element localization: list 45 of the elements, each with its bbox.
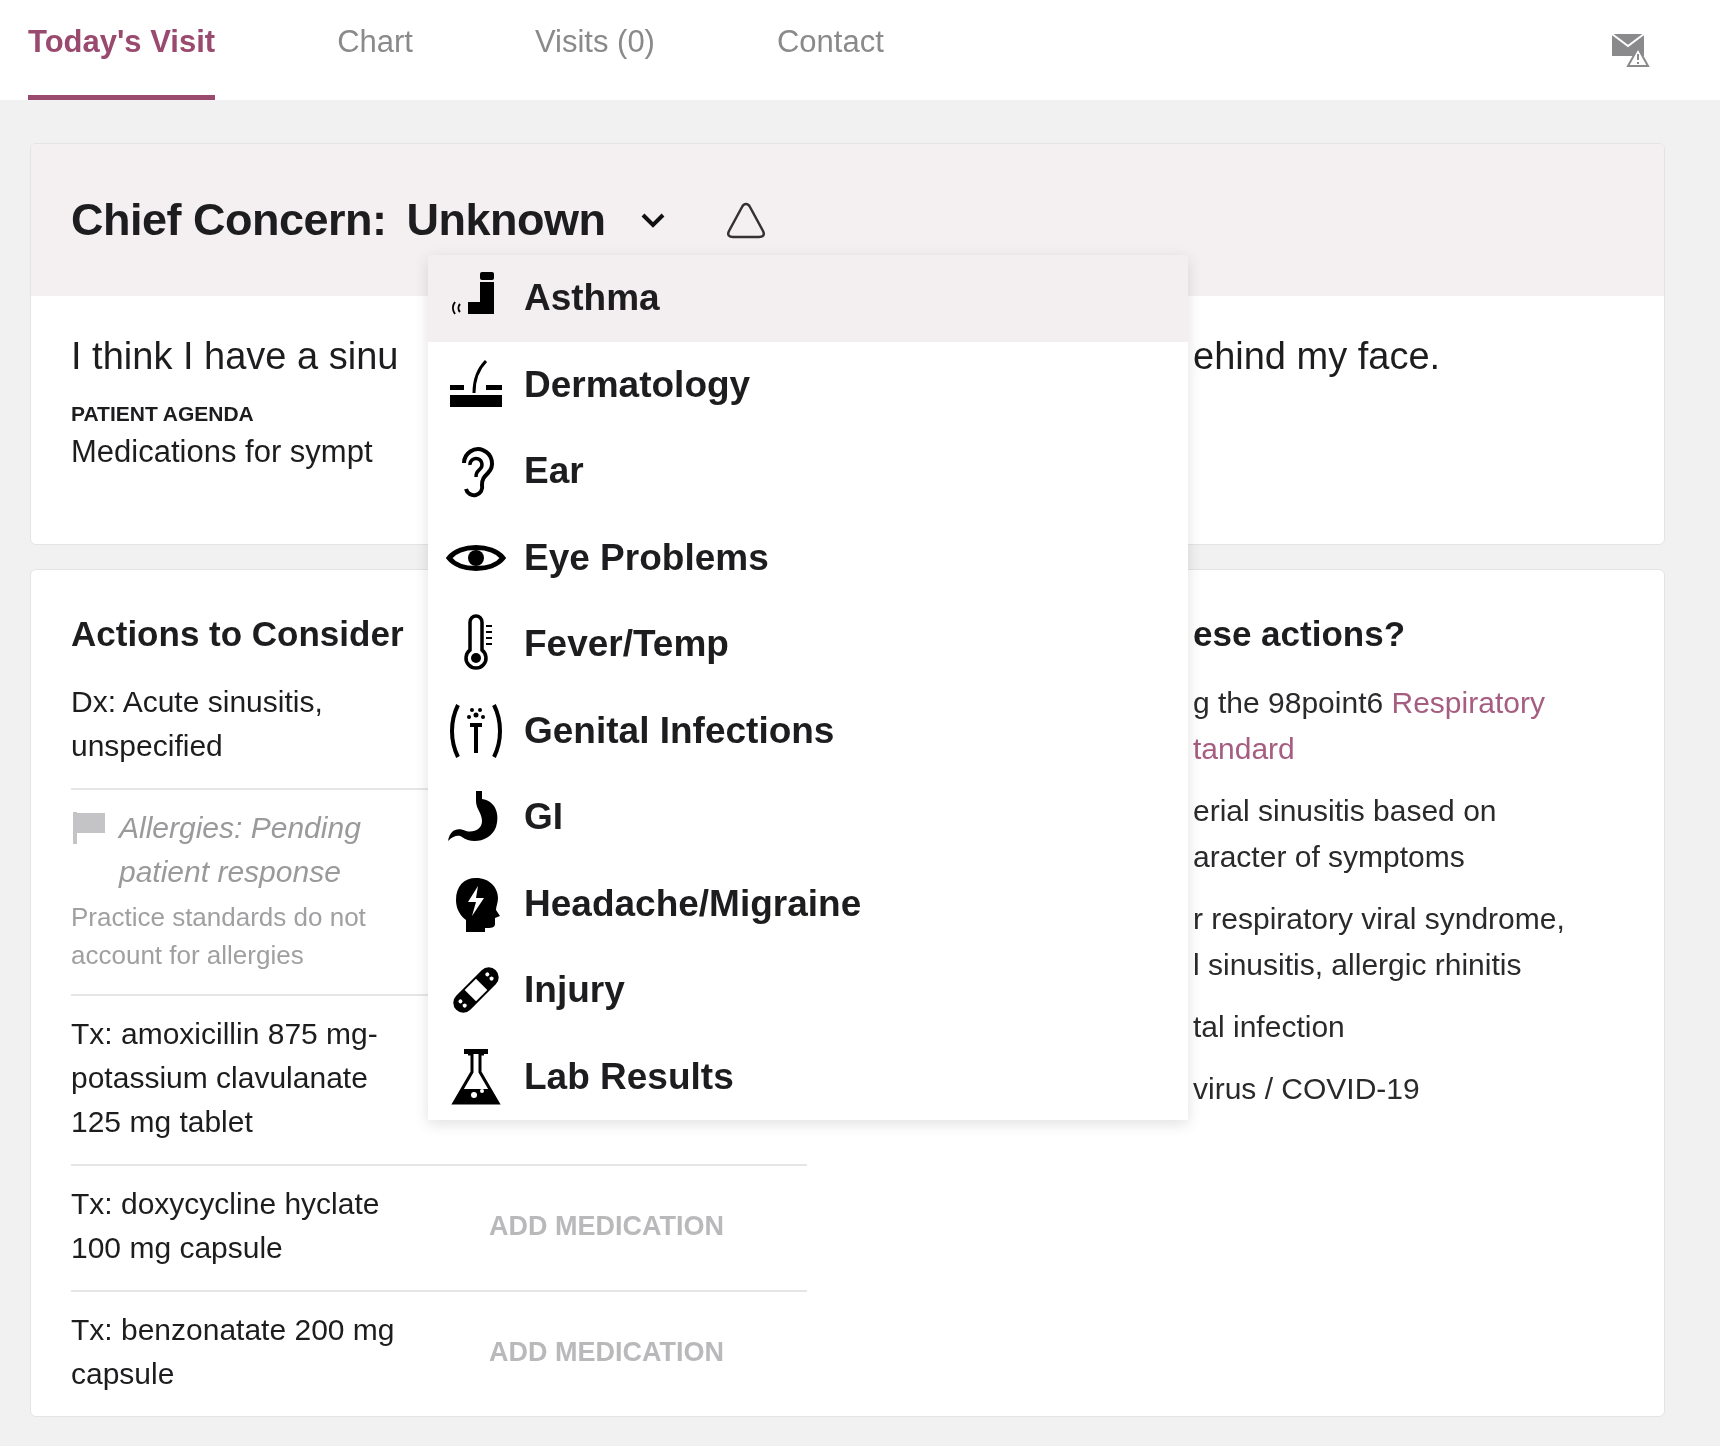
menu-item[interactable]: Headache/Migraine (428, 860, 1188, 947)
allergy-status: Allergies: Pending patient response (119, 810, 362, 890)
menu-item-label: Headache/Migraine (524, 882, 862, 925)
menu-item[interactable]: Fever/Temp (428, 601, 1188, 688)
menu-item-label: Eye Problems (524, 536, 769, 579)
rationale-text: erial sinusitis based on (1193, 793, 1498, 829)
menu-item[interactable]: Injury (428, 947, 1188, 1034)
rationale-text: aracter of symptoms (1193, 839, 1466, 875)
actions-heading: Actions to Consider (71, 613, 404, 655)
guideline-link[interactable]: Respiratory (1391, 686, 1545, 719)
menu-item-label: Genital Infections (524, 709, 835, 752)
menu-item-label: Ear (524, 450, 584, 493)
menu-item[interactable]: Lab Results (428, 1033, 1188, 1120)
allergy-note: Practice standards do not account for allergies (71, 901, 367, 972)
menu-item-label: Asthma (524, 277, 660, 320)
tab[interactable]: Today's Visit (28, 0, 216, 100)
rationale-heading: ese actions? (1193, 613, 1406, 655)
concern-value: Unknown (406, 194, 606, 246)
rationale-text: g the 98point6 Respiratory (1193, 685, 1546, 721)
treatment-text: Tx: doxycycline hyclate 100 mg capsule (71, 1186, 381, 1266)
menu-item-label: Dermatology (524, 363, 751, 406)
rationale-text: l sinusitis, allergic rhinitis (1193, 947, 1523, 983)
menu-item-label: GI (524, 796, 564, 839)
agenda-text: Medications for sympt (71, 434, 374, 470)
menu-item[interactable]: Ear (428, 428, 1188, 515)
menu-item-label: Lab Results (524, 1055, 734, 1098)
rationale-text: r respiratory viral syndrome, (1193, 901, 1566, 937)
flag-icon (71, 810, 107, 846)
menu-item[interactable]: Asthma (428, 255, 1188, 342)
complaint-text: I think I have a sinu (71, 334, 400, 379)
guideline-link[interactable]: tandard (1193, 732, 1295, 765)
menu-item[interactable]: Dermatology (428, 341, 1188, 428)
menu-item-label: Injury (524, 969, 625, 1012)
agenda-heading: PATIENT AGENDA (71, 402, 255, 426)
menu-item[interactable]: Genital Infections (428, 687, 1188, 774)
rationale-text: tal infection (1193, 1009, 1346, 1045)
concern-label: Chief Concern: (71, 194, 387, 246)
treatment-text: Tx: benzonatate 200 mg capsule (71, 1312, 396, 1392)
treatment-text: Tx: amoxicillin 875 mg-potassium clavulanate 125 mg tablet (71, 1016, 379, 1140)
rationale-text: virus / COVID-19 (1193, 1071, 1421, 1107)
diagnosis-text: Dx: Acute sinusitis, unspecified (71, 684, 324, 764)
menu-item-label: Fever/Temp (524, 623, 729, 666)
menu-item[interactable]: GI (428, 774, 1188, 861)
menu-item[interactable]: Eye Problems (428, 514, 1188, 601)
complaint-text: ehind my face. (1193, 334, 1442, 379)
